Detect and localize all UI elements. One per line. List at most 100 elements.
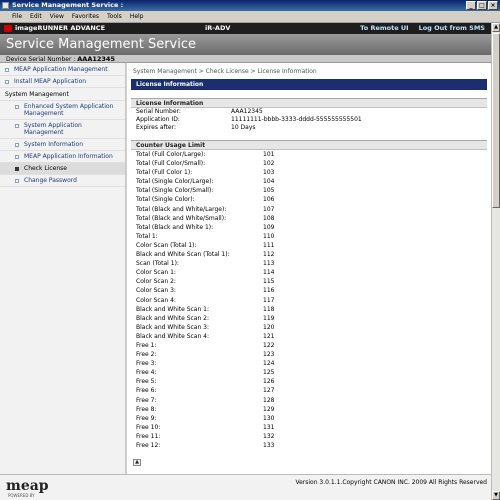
counter-value: 113 bbox=[263, 260, 275, 268]
counter-value: 106 bbox=[263, 196, 275, 204]
counter-label: Total (Single Color/Small): bbox=[136, 187, 214, 195]
top-links: To Remote UI Log Out from SMS bbox=[360, 23, 485, 34]
counter-row: Black and White Scan 4: 121 bbox=[131, 332, 487, 341]
bullet-icon bbox=[15, 143, 19, 147]
counter-usage-title: Counter Usage Limit bbox=[131, 141, 487, 150]
counter-row: Free 3: 124 bbox=[131, 359, 487, 368]
sidebar-item-enhanced[interactable]: Enhanced System Application Management bbox=[0, 101, 125, 120]
scrollbar-thumb[interactable] bbox=[492, 33, 500, 208]
sidebar-item-install-meap[interactable]: Install MEAP Application bbox=[0, 76, 125, 88]
counter-row: Free 9: 130 bbox=[131, 414, 487, 423]
counter-value: 133 bbox=[263, 442, 275, 449]
counter-label: Free 9: bbox=[136, 414, 157, 422]
counter-label: Free 3: bbox=[136, 360, 157, 368]
minimize-icon[interactable]: _ bbox=[466, 1, 476, 10]
counter-value: 122 bbox=[263, 341, 275, 349]
menu-help[interactable]: Help bbox=[126, 11, 148, 22]
counter-row: Free 11: 132 bbox=[131, 432, 487, 441]
canon-logo-icon bbox=[4, 25, 12, 32]
counter-label: Free 2: bbox=[136, 351, 157, 359]
counter-value: 131 bbox=[263, 423, 275, 431]
sidebar: MEAP Application Management Install MEAP… bbox=[0, 63, 126, 474]
counter-label: Color Scan (Total 1): bbox=[136, 241, 197, 249]
counter-row: Total (Full Color 1): 103 bbox=[131, 168, 487, 177]
counter-value: 105 bbox=[263, 187, 275, 195]
scroll-to-top-button[interactable]: ▲ bbox=[133, 459, 141, 466]
browser-icon bbox=[2, 2, 9, 9]
close-icon[interactable]: × bbox=[488, 1, 498, 10]
page-scrollbar[interactable]: ▲ ▼ bbox=[491, 23, 500, 500]
window-controls: _ □ × bbox=[466, 1, 498, 10]
menu-view[interactable]: View bbox=[46, 11, 68, 22]
window-title: Service Management Service : bbox=[12, 1, 124, 9]
counter-row: Color Scan 4: 117 bbox=[131, 296, 487, 305]
counter-row: Free 10: 131 bbox=[131, 423, 487, 432]
license-label: Expires after: bbox=[136, 124, 176, 131]
sidebar-item-meap-management[interactable]: MEAP Application Management bbox=[0, 64, 125, 76]
counter-row: Total (Black and White 1): 109 bbox=[131, 223, 487, 232]
counter-row: Free 7: 128 bbox=[131, 396, 487, 405]
counter-row: Free 12: 133 bbox=[131, 441, 487, 450]
counter-label: Free 6: bbox=[136, 387, 157, 395]
counter-row: Color Scan (Total 1): 111 bbox=[131, 241, 487, 250]
counter-label: Free 1: bbox=[136, 341, 157, 349]
sidebar-item-meap-app-info[interactable]: MEAP Application Information bbox=[0, 151, 125, 163]
counter-row: Total (Single Color): 106 bbox=[131, 195, 487, 204]
menu-tools[interactable]: Tools bbox=[103, 11, 126, 22]
logout-link[interactable]: Log Out from SMS bbox=[419, 23, 485, 34]
counter-label: Free 5: bbox=[136, 378, 157, 386]
model-name: iR-ADV bbox=[205, 24, 231, 32]
window-titlebar: Service Management Service : _ □ × bbox=[0, 0, 500, 11]
menu-file[interactable]: File bbox=[8, 11, 26, 22]
counter-value: 108 bbox=[263, 214, 275, 222]
counter-value: 124 bbox=[263, 360, 275, 368]
sidebar-item-label: Change Password bbox=[24, 177, 77, 184]
counter-value: 119 bbox=[263, 314, 275, 322]
device-serial-value: AAA12345 bbox=[77, 55, 115, 63]
counter-row: Total (Full Color/Small): 102 bbox=[131, 159, 487, 168]
to-remote-ui-link[interactable]: To Remote UI bbox=[360, 23, 408, 34]
menu-favorites[interactable]: Favorites bbox=[68, 11, 103, 22]
counter-value: 120 bbox=[263, 323, 275, 331]
bullet-icon bbox=[15, 179, 19, 183]
counter-row: Total (Single Color/Large): 104 bbox=[131, 177, 487, 186]
sidebar-item-label: Check License bbox=[24, 165, 67, 172]
counter-value: 101 bbox=[263, 151, 275, 158]
sidebar-item-check-license[interactable]: Check License bbox=[0, 163, 125, 175]
counter-value: 126 bbox=[263, 378, 275, 386]
counter-value: 104 bbox=[263, 178, 275, 186]
sidebar-item-change-password[interactable]: Change Password bbox=[0, 175, 125, 187]
license-label: Serial Number: bbox=[136, 108, 181, 115]
scroll-down-icon[interactable]: ▼ bbox=[492, 491, 500, 500]
counter-row: Scan (Total 1): 113 bbox=[131, 259, 487, 268]
counter-row: Total (Black and White/Small): 108 bbox=[131, 214, 487, 223]
maximize-icon[interactable]: □ bbox=[477, 1, 487, 10]
counter-value: 103 bbox=[263, 169, 275, 177]
counter-label: Total 1: bbox=[136, 232, 158, 240]
counter-value: 125 bbox=[263, 369, 275, 377]
counter-value: 116 bbox=[263, 287, 275, 295]
meap-logo: meap bbox=[6, 478, 49, 494]
counter-label: Free 8: bbox=[136, 405, 157, 413]
license-row: Application ID: 11111111-bbbb-3333-dddd-… bbox=[131, 116, 487, 124]
counter-row: Color Scan 1: 114 bbox=[131, 268, 487, 277]
sidebar-item-system-info[interactable]: System Information bbox=[0, 139, 125, 151]
sidebar-item-label: MEAP Application Information bbox=[24, 153, 113, 160]
license-value: 10 Days bbox=[231, 124, 256, 131]
counter-label: Color Scan 4: bbox=[136, 296, 176, 304]
counter-label: Free 12: bbox=[136, 442, 161, 449]
counter-row: Free 5: 126 bbox=[131, 377, 487, 386]
license-value: 11111111-bbbb-3333-dddd-555555555501 bbox=[231, 116, 362, 123]
counter-label: Color Scan 1: bbox=[136, 269, 176, 277]
counter-row: Total (Single Color/Small): 105 bbox=[131, 186, 487, 195]
sidebar-item-system-app-mgmt[interactable]: System Application Management bbox=[0, 120, 125, 139]
bullet-icon bbox=[15, 105, 19, 109]
sidebar-item-label: Install MEAP Application bbox=[14, 78, 87, 85]
menu-edit[interactable]: Edit bbox=[26, 11, 46, 22]
counter-value: 128 bbox=[263, 396, 275, 404]
counter-label: Total (Full Color/Large): bbox=[136, 151, 206, 158]
license-info-section: License Information Serial Number: AAA12… bbox=[131, 98, 487, 132]
scroll-up-icon[interactable]: ▲ bbox=[492, 23, 500, 32]
sidebar-item-label: System Information bbox=[24, 141, 84, 148]
counter-label: Scan (Total 1): bbox=[136, 260, 179, 268]
